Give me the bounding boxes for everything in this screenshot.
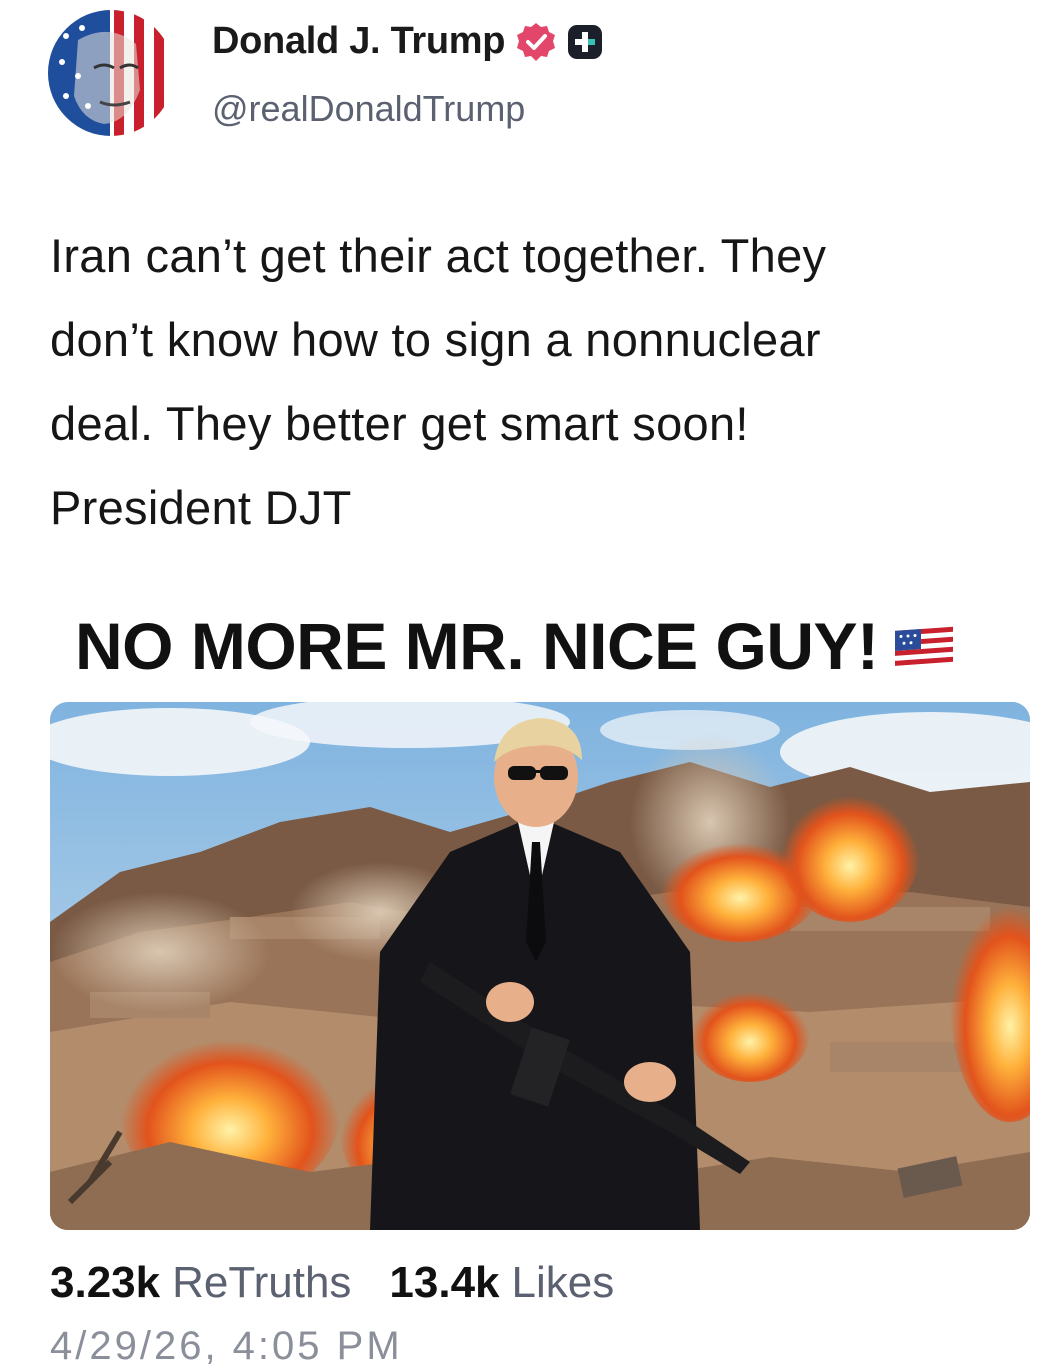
- post-line: deal. They better get smart soon!: [50, 397, 749, 450]
- flag-face-avatar: [48, 10, 174, 136]
- display-name[interactable]: Donald J. Trump: [212, 20, 506, 63]
- post-line: Iran can’t get their act together. They: [50, 229, 827, 282]
- post-header: Donald J. Trump @realDonaldTrump: [48, 6, 1028, 136]
- media-headline-text: NO MORE MR. NICE GUY!: [75, 609, 879, 683]
- post-body: Iran can’t get their act together. They …: [50, 214, 1030, 550]
- post-timestamp: 4/29/26, 4:05 PM: [50, 1324, 403, 1368]
- verified-badge-icon: [517, 22, 556, 61]
- retruths-count: 3.23k: [50, 1258, 161, 1307]
- post-image[interactable]: [50, 702, 1030, 1230]
- likes-label: Likes: [511, 1258, 615, 1307]
- plus-badge-icon: [568, 24, 603, 59]
- post-image-illustration: [50, 702, 1030, 1230]
- post-line: don’t know how to sign a nonnuclear: [50, 313, 821, 366]
- post-line: President DJT: [50, 481, 352, 534]
- author-handle[interactable]: @realDonaldTrump: [212, 88, 525, 130]
- name-row: Donald J. Trump: [212, 20, 603, 63]
- post-stats: 3.23k ReTruths 13.4k Likes: [50, 1258, 614, 1308]
- author-avatar[interactable]: [48, 10, 174, 136]
- likes-stat[interactable]: 13.4k Likes: [389, 1258, 614, 1308]
- us-flag-emoji: [894, 626, 953, 669]
- likes-count: 13.4k: [389, 1258, 500, 1307]
- retruths-label: ReTruths: [172, 1258, 352, 1307]
- media-headline: NO MORE MR. NICE GUY!: [75, 608, 955, 684]
- retruths-stat[interactable]: 3.23k ReTruths: [50, 1258, 351, 1308]
